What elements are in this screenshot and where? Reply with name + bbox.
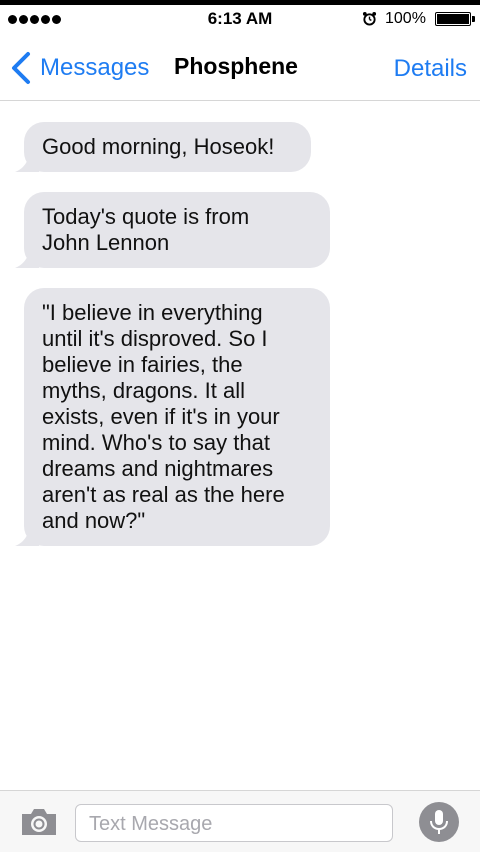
text-message-input[interactable]: Text Message (75, 804, 393, 842)
text-message-placeholder: Text Message (89, 813, 213, 835)
message-line: exists, even if it's in your (42, 404, 280, 429)
message-line: Good morning, Hoseok! (42, 134, 275, 159)
bubble-tail (15, 248, 39, 268)
message-line: dreams and nightmares (42, 456, 274, 481)
message-line: and now?" (42, 508, 146, 533)
microphone-button[interactable] (419, 802, 459, 842)
microphone-icon (430, 810, 448, 834)
message-bubble[interactable]: Good morning, Hoseok! (15, 122, 311, 172)
details-button[interactable]: Details (394, 55, 467, 83)
message-line: until it's disproved. So I (42, 326, 268, 351)
navigation-bar: Messages Phosphene Details (0, 35, 480, 101)
bubble-tail (15, 152, 39, 172)
message-line: "I believe in everything (42, 300, 263, 325)
message-bubble[interactable]: Today's quote is from John Lennon (15, 192, 330, 268)
message-line: Today's quote is from (42, 204, 250, 229)
message-line: myths, dragons. It all (42, 378, 245, 403)
message-line: aren't as real as the here (42, 482, 285, 507)
bubble-tail (15, 526, 39, 546)
message-bubble[interactable]: "I believe in everything until it's disp… (15, 288, 330, 546)
message-composer: Text Message (0, 790, 480, 852)
message-line: John Lennon (42, 230, 170, 255)
battery-percent: 100% (385, 10, 426, 27)
message-line: believe in fairies, the (42, 352, 243, 377)
battery-tip (472, 16, 475, 22)
camera-icon[interactable] (19, 807, 59, 837)
alarm-icon (362, 11, 377, 26)
message-line: mind. Who's to say that (42, 430, 270, 455)
battery-icon (435, 12, 471, 26)
status-bar: 6:13 AM 100% (0, 5, 480, 35)
